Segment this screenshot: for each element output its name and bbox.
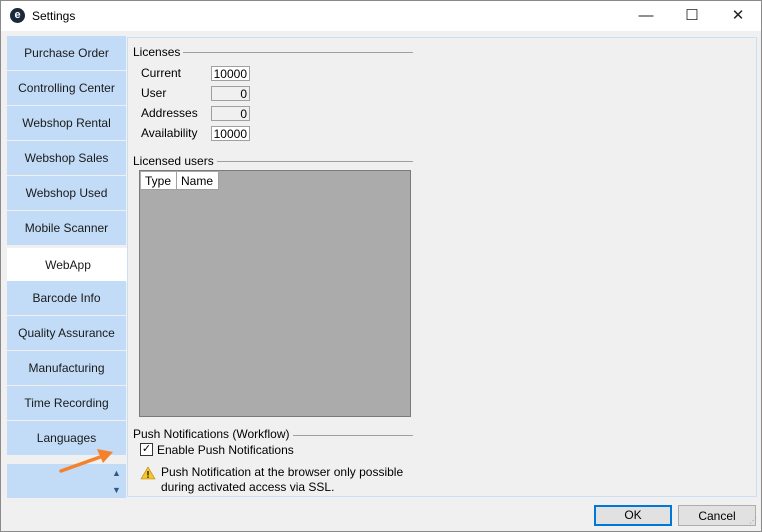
webapp-settings-panel: Licenses Current 10000 User 0 Addresses …: [127, 37, 757, 497]
resize-grip-icon[interactable]: ⋰: [749, 517, 759, 529]
scroll-down-arrow-icon[interactable]: ▼: [112, 485, 121, 495]
warning-icon: [140, 466, 156, 480]
minimize-button[interactable]: —: [623, 1, 669, 31]
column-header-name[interactable]: Name: [177, 172, 219, 190]
enable-push-checkbox[interactable]: ✓: [140, 443, 153, 456]
sidebar-item-quality-assurance[interactable]: Quality Assurance: [7, 316, 126, 350]
close-button[interactable]: ✕: [715, 1, 761, 31]
push-group-title: Push Notifications (Workflow): [133, 427, 293, 441]
sidebar-item-purchase-order[interactable]: Purchase Order: [7, 36, 126, 70]
settings-window: e Settings — ☐ ✕ Purchase Order Controll…: [0, 0, 762, 532]
enable-push-label[interactable]: Enable Push Notifications: [157, 443, 294, 457]
availability-value: 10000: [211, 126, 250, 141]
current-label: Current: [141, 66, 182, 80]
ssl-warning-text: Push Notification at the browser only po…: [161, 465, 404, 494]
sidebar-item-webshop-rental[interactable]: Webshop Rental: [7, 106, 126, 140]
title-bar: e Settings — ☐ ✕: [1, 1, 761, 31]
sidebar-item-time-recording[interactable]: Time Recording: [7, 386, 126, 420]
sidebar-item-mobile-scanner[interactable]: Mobile Scanner: [7, 211, 126, 245]
cancel-button[interactable]: Cancel: [678, 505, 756, 526]
sidebar-item-webapp[interactable]: WebApp: [7, 248, 129, 282]
user-value: 0: [211, 86, 250, 101]
addresses-label: Addresses: [141, 106, 198, 120]
sidebar-item-webshop-sales[interactable]: Webshop Sales: [7, 141, 126, 175]
column-header-type[interactable]: Type: [141, 172, 177, 190]
licenses-group-title: Licenses: [133, 45, 184, 59]
licensed-users-table[interactable]: Type Name: [139, 170, 411, 417]
app-logo-icon: e: [10, 8, 25, 23]
window-title: Settings: [32, 9, 76, 23]
current-value: 10000: [211, 66, 250, 81]
maximize-button[interactable]: ☐: [669, 1, 715, 31]
user-label: User: [141, 86, 167, 100]
sidebar-item-barcode-info[interactable]: Barcode Info: [7, 281, 126, 315]
licensed-users-group-title: Licensed users: [133, 154, 217, 168]
sidebar-item-manufacturing[interactable]: Manufacturing: [7, 351, 126, 385]
addresses-value: 0: [211, 106, 250, 121]
sidebar-item-webshop-used[interactable]: Webshop Used: [7, 176, 126, 210]
availability-label: Availability: [141, 126, 198, 140]
sidebar-item-controlling-center[interactable]: Controlling Center: [7, 71, 126, 105]
ok-button[interactable]: OK: [594, 505, 672, 526]
settings-sidebar: Purchase Order Controlling Center Websho…: [1, 32, 129, 498]
annotation-arrow-icon: [59, 449, 113, 473]
